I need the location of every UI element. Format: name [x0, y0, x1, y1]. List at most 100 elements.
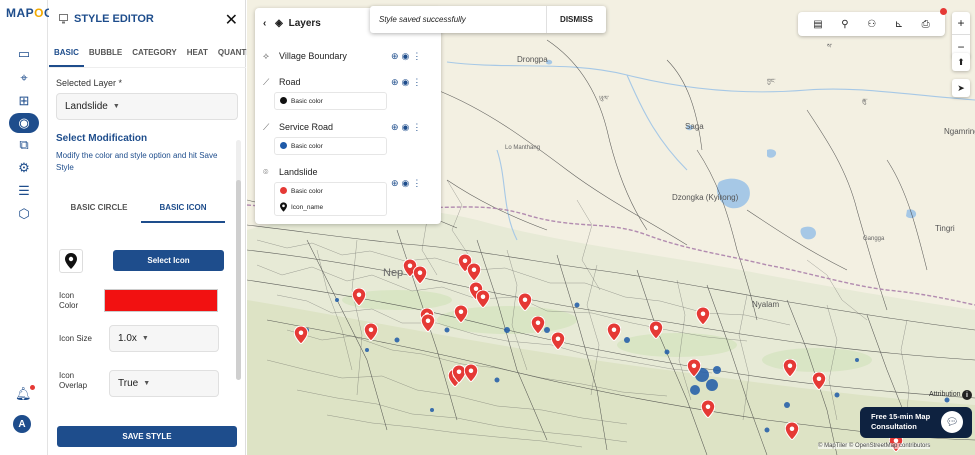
layer-name: Landslide [279, 167, 318, 177]
eye-icon[interactable]: ◉ [402, 122, 413, 132]
map-canvas[interactable]: Drongpa Saga Lo Manthang Dzongka (Kyiron… [247, 0, 975, 455]
layer-legend: Basic color [274, 137, 387, 155]
icon-color-swatch[interactable] [104, 289, 218, 312]
map-pin-icon [65, 253, 77, 269]
landslide-pin[interactable] [293, 325, 309, 347]
landslide-pin[interactable] [351, 287, 367, 309]
user-location-icon[interactable]: ⚇ [867, 19, 876, 30]
more-vertical-icon[interactable]: ⋮ [412, 122, 424, 132]
tab-category[interactable]: CATEGORY [127, 44, 181, 67]
logo-text-o: O [34, 6, 45, 20]
legend-label: Basic color [291, 187, 323, 195]
notification-dot [29, 385, 35, 390]
select-icon-button[interactable]: Select Icon [113, 250, 224, 271]
layer-legend: Basic color [274, 92, 387, 110]
landslide-pin[interactable] [695, 306, 711, 328]
map-icon[interactable]: ▭ [12, 45, 36, 63]
landslide-pin[interactable] [606, 322, 622, 344]
table-icon[interactable]: ☰ [12, 182, 36, 200]
eye-icon[interactable]: ◉ [402, 77, 413, 87]
landslide-pin[interactable] [686, 358, 702, 380]
landslide-pin[interactable] [550, 331, 566, 353]
mapog-logo[interactable]: MAPOG [6, 6, 54, 20]
legend-color-dot [280, 142, 287, 149]
landslide-pin[interactable] [453, 304, 469, 326]
icon-overlap-select[interactable]: True ▼ [109, 370, 219, 397]
tab-heat[interactable]: HEAT [182, 44, 213, 67]
line-layer-icon: ⟋ [263, 77, 270, 87]
landslide-pin[interactable] [700, 399, 716, 421]
analysis-icon[interactable]: ⧉ [12, 136, 36, 154]
zoom-to-layer-icon[interactable]: ⊕ [391, 122, 402, 132]
landslide-pin[interactable] [420, 313, 436, 335]
legend-color-dot [280, 187, 287, 194]
style-palette-icon[interactable]: ◉ [9, 113, 39, 133]
subtab-basic-icon[interactable]: BASIC ICON [141, 200, 225, 223]
map-toolbar: ▤ ⚲ ⚇ ⊾ ⎙ [798, 12, 945, 36]
dismiss-button[interactable]: DISMISS [546, 6, 606, 33]
place-label-tibetan-4: ས་ [827, 44, 833, 50]
icon-overlap-label: Icon Overlap [59, 371, 88, 390]
icon-size-select[interactable]: 1.0x ▼ [109, 325, 219, 352]
landslide-pin[interactable] [811, 371, 827, 393]
icon-size-value: 1.0x [118, 333, 137, 344]
landslide-pin[interactable] [782, 358, 798, 380]
legend-color-dot [280, 97, 287, 104]
chat-icon[interactable]: 💬︎ [941, 411, 963, 433]
section-description: Modify the color and style option and hi… [56, 151, 218, 172]
panel-scrollbar[interactable] [236, 140, 241, 380]
layer-actions: ⊕◉⋮ [391, 178, 424, 189]
layer-name: Village Boundary [279, 51, 347, 61]
chevron-left-icon[interactable]: ‹ [263, 18, 266, 29]
navigation-arrow-icon[interactable]: ➤ [952, 79, 970, 97]
selected-layer-select[interactable]: Landslide ▼ [56, 93, 238, 120]
settings-gear-icon[interactable]: ⚙ [12, 159, 36, 177]
add-file-icon[interactable]: ⊞ [12, 92, 36, 110]
landslide-pin[interactable] [517, 292, 533, 314]
landslide-pin[interactable] [363, 322, 379, 344]
zoom-to-layer-icon[interactable]: ⊕ [391, 77, 402, 87]
subtab-basic-circle[interactable]: BASIC CIRCLE [57, 200, 141, 223]
notification-bell-icon[interactable]: 🔔︎ [15, 385, 35, 402]
landslide-pin[interactable] [463, 363, 479, 385]
eye-icon[interactable]: ◉ [402, 51, 413, 61]
layer-actions: ⊕◉⋮ [391, 77, 424, 88]
zoom-in-button[interactable]: + [952, 12, 970, 35]
tab-basic[interactable]: BASIC [49, 44, 84, 67]
place-label-ngamring: Ngamring [944, 127, 975, 136]
close-icon[interactable]: ✕ [225, 10, 238, 30]
location-pin-icon[interactable]: ⌖ [12, 69, 36, 87]
landslide-pin[interactable] [466, 262, 482, 284]
avatar[interactable]: A [13, 415, 31, 433]
landslide-pin[interactable] [530, 315, 546, 337]
layers-share-icon[interactable]: ⬡ [12, 205, 36, 223]
style-editor-panel: STYLE EDITOR ✕ BASIC BUBBLE CATEGORY HEA… [49, 0, 259, 455]
more-vertical-icon[interactable]: ⋮ [412, 51, 424, 61]
tab-bubble[interactable]: BUBBLE [84, 44, 127, 67]
layer-name: Service Road [279, 122, 334, 132]
place-label-tingri: Tingri [935, 224, 955, 233]
save-style-button[interactable]: SAVE STYLE [57, 426, 237, 447]
layer-legend: Basic color Icon_name [274, 182, 387, 216]
basemap-icon[interactable]: ▤ [813, 19, 822, 30]
style-editor-header: STYLE EDITOR ✕ [49, 0, 246, 38]
info-icon[interactable]: i [962, 390, 972, 400]
compass-icon[interactable]: ⬆ [952, 53, 970, 71]
measure-icon[interactable]: ⊾ [895, 19, 903, 30]
scrollbar-thumb[interactable] [236, 180, 241, 380]
monitor-icon [59, 14, 68, 24]
landslide-pin[interactable] [648, 320, 664, 342]
search-icon[interactable]: ⚲ [841, 19, 848, 30]
landslide-pin[interactable] [475, 289, 491, 311]
landslide-pin[interactable] [784, 421, 800, 443]
landslide-pin[interactable] [412, 265, 428, 287]
zoom-to-layer-icon[interactable]: ⊕ [391, 178, 402, 188]
place-label-gangga: Gangga [863, 236, 885, 242]
zoom-to-layer-icon[interactable]: ⊕ [391, 51, 402, 61]
eye-icon[interactable]: ◉ [402, 178, 413, 188]
close-badge-icon[interactable] [940, 8, 947, 15]
more-vertical-icon[interactable]: ⋮ [412, 178, 424, 188]
print-icon[interactable]: ⎙ [922, 19, 930, 30]
icon-color-label: Icon Color [59, 291, 79, 310]
more-vertical-icon[interactable]: ⋮ [412, 77, 424, 87]
